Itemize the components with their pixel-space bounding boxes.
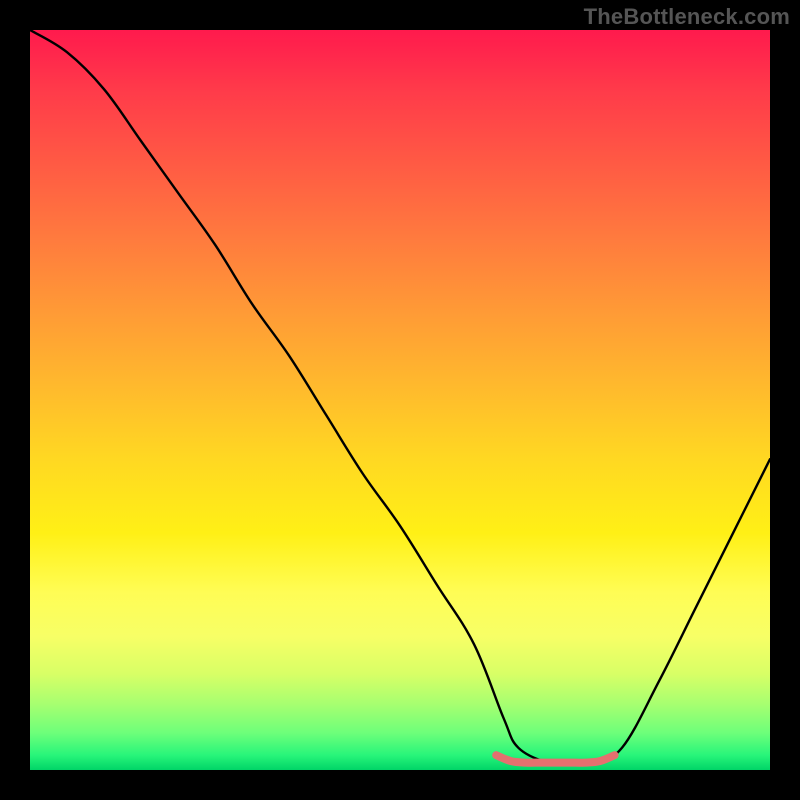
plot-area <box>30 30 770 770</box>
watermark-text: TheBottleneck.com <box>584 4 790 30</box>
gradient-background <box>30 30 770 770</box>
chart-frame: TheBottleneck.com <box>0 0 800 800</box>
